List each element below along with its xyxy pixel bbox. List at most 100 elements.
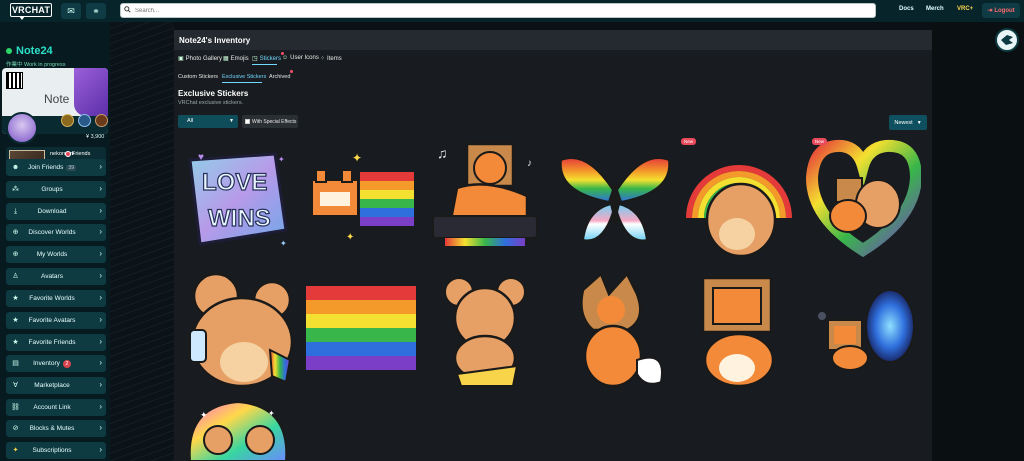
filter-select[interactable]: All ▼: [178, 115, 238, 128]
svg-text:✦: ✦: [280, 239, 287, 248]
badge-icon[interactable]: [95, 114, 108, 127]
sidebar-item-groups[interactable]: ⁂ Groups ›: [6, 181, 106, 198]
sidebar-item-join-friends[interactable]: ☻ Join Friends 39 ›: [6, 159, 106, 176]
online-status-icon: [6, 48, 12, 54]
star-icon: ★: [12, 339, 19, 346]
subtab-archived[interactable]: Archived: [269, 74, 290, 80]
chevron-right-icon: ›: [99, 402, 102, 411]
subtab-exclusive-stickers[interactable]: Exclusive Stickers: [222, 74, 266, 80]
sticker-pride-heart-friends[interactable]: New: [805, 138, 923, 258]
chevron-right-icon: ›: [99, 249, 102, 258]
username[interactable]: Note24: [16, 45, 53, 57]
merch-link[interactable]: Merch: [926, 6, 944, 12]
sticker-rainbow-mouse[interactable]: New: [681, 138, 796, 258]
butterfly-art: [559, 157, 671, 242]
svg-text:✦: ✦: [278, 155, 285, 164]
globe-icon: ⊕: [12, 229, 19, 236]
avatar[interactable]: [6, 112, 38, 144]
pride-heart-art: [805, 139, 923, 258]
caret-down-icon: ▼: [916, 119, 922, 126]
logout-button[interactable]: ⇥ Logout: [982, 3, 1020, 18]
svg-text:✦: ✦: [346, 232, 354, 243]
notification-dot: [290, 70, 293, 73]
sidebar-item-favorite-worlds[interactable]: ★ Favorite Worlds ›: [6, 290, 106, 307]
svg-text:✦: ✦: [200, 410, 208, 420]
instance-scope: Friends: [72, 151, 91, 157]
marketplace-icon: ∀: [13, 382, 18, 389]
sticker-rainbow-mouse-glow[interactable]: ✦ ✦: [180, 396, 295, 461]
mail-icon[interactable]: ✉: [61, 3, 81, 19]
dj-fox-art: ♫ ♪: [432, 142, 538, 246]
sidebar-item-discover-worlds[interactable]: ⊕ Discover Worlds ›: [6, 224, 106, 241]
vrchat-logo[interactable]: VRCHAT: [10, 3, 52, 20]
sticker-box-fox[interactable]: [681, 270, 796, 390]
groups-icon: ⁂: [12, 186, 19, 193]
subtab-custom-stickers[interactable]: Custom Stickers: [178, 74, 218, 80]
alert-badge: 2: [62, 359, 71, 368]
vrchat-fab-icon[interactable]: [995, 28, 1019, 52]
box-fox-art: [701, 276, 775, 388]
tab-emojis[interactable]: ▦ Emojis: [223, 55, 249, 63]
background-right: [932, 22, 1024, 461]
sidebar-item-avatars[interactable]: ♙ Avatars ›: [6, 268, 106, 285]
sidebar-item-download[interactable]: ⤓ Download ›: [6, 203, 106, 220]
rainbow-mouse-art: [686, 165, 792, 258]
active-tab-underline: [252, 64, 277, 65]
sidebar-item-subscriptions[interactable]: ✦ Subscriptions ›: [6, 442, 106, 459]
checkbox-icon[interactable]: [245, 119, 250, 124]
sticker-fox-hoodie[interactable]: [557, 270, 672, 390]
sidebar-item-favorite-friends[interactable]: ★ Favorite Friends ›: [6, 334, 106, 351]
globe-icon: ⊕: [12, 251, 19, 258]
tab-user-icons[interactable]: ☺ User Icons: [282, 55, 319, 61]
sidebar-item-inventory[interactable]: ▤ Inventory 2 ›: [6, 355, 106, 372]
inventory-header: Note24's Inventory: [174, 30, 932, 50]
user-icon: ☺: [282, 55, 289, 61]
sticker-love-wins[interactable]: LOVE WINS ♥ ✦ ✦: [180, 140, 295, 260]
vrc-plus-icon: ✦: [12, 447, 19, 454]
link-icon: ⛓: [11, 404, 20, 411]
sidebar-item-favorite-avatars[interactable]: ★ Favorite Avatars ›: [6, 312, 106, 329]
sidebar-item-my-worlds[interactable]: ⊕ My Worlds ›: [6, 246, 106, 263]
person-icon: ♙: [12, 273, 19, 280]
search-input[interactable]: [120, 3, 876, 18]
page-title: Note24's Inventory: [179, 36, 251, 45]
tab-items[interactable]: ⁘ Items: [320, 55, 342, 63]
count-badge: 39: [66, 165, 76, 171]
svg-text:♫: ♫: [437, 145, 448, 161]
special-effects-toggle[interactable]: With Special Effects: [242, 115, 298, 128]
sticker-dj-fox[interactable]: ♫ ♪: [427, 138, 542, 258]
logout-icon: ⇥: [987, 8, 993, 14]
vrc-plus-link[interactable]: VRC+: [957, 6, 973, 12]
sticker-mouse-drinking[interactable]: [180, 270, 295, 390]
tab-stickers[interactable]: ◳ Stickers: [252, 52, 285, 62]
chevron-right-icon: ›: [99, 423, 102, 432]
sticker-icon: ◳: [252, 56, 258, 62]
svg-text:LOVE: LOVE: [202, 169, 267, 196]
badge-icon[interactable]: [78, 114, 91, 127]
svg-text:♥: ♥: [198, 152, 204, 163]
sticker-pixel-rainbow-flag[interactable]: [302, 270, 417, 390]
sidebar-item-account-link[interactable]: ⛓ Account Link ›: [6, 399, 106, 416]
inventory-panel: Note24's Inventory ▣ Photo Gallery ▦ Emoji…: [174, 30, 932, 461]
sticker-pride-butterfly[interactable]: [557, 140, 672, 260]
sticker-mouse-cheese[interactable]: [427, 270, 542, 390]
badge-icon[interactable]: [61, 114, 74, 127]
sticker-fox-portal[interactable]: [806, 270, 921, 390]
download-icon: ⤓: [13, 208, 18, 215]
mouse-drinking-art: [189, 272, 294, 388]
qr-code-icon: [6, 72, 23, 89]
card-text: Note: [44, 92, 70, 106]
toggle-icon[interactable]: ⚭: [86, 3, 106, 19]
sidebar-item-blocks-mutes[interactable]: ⊘ Blocks & Mutes ›: [6, 420, 106, 437]
sidebar-item-marketplace[interactable]: ∀ Marketplace ›: [6, 377, 106, 394]
box-icon: ▤: [12, 360, 19, 367]
chevron-right-icon: ›: [99, 206, 102, 215]
bird-icon: [1001, 35, 1013, 45]
svg-text:WINS: WINS: [208, 205, 271, 232]
sidebar: Note24 作業中 Work in progress Note ¥ 3,900…: [0, 22, 110, 461]
docs-link[interactable]: Docs: [899, 6, 914, 12]
tab-photo-gallery[interactable]: ▣ Photo Gallery: [178, 55, 222, 63]
sort-dropdown[interactable]: Newest ▼: [889, 115, 927, 130]
sticker-pixel-fox-rainbow[interactable]: ✦ ✦: [302, 140, 417, 260]
section-subtitle: VRChat exclusive stickers.: [178, 100, 244, 106]
